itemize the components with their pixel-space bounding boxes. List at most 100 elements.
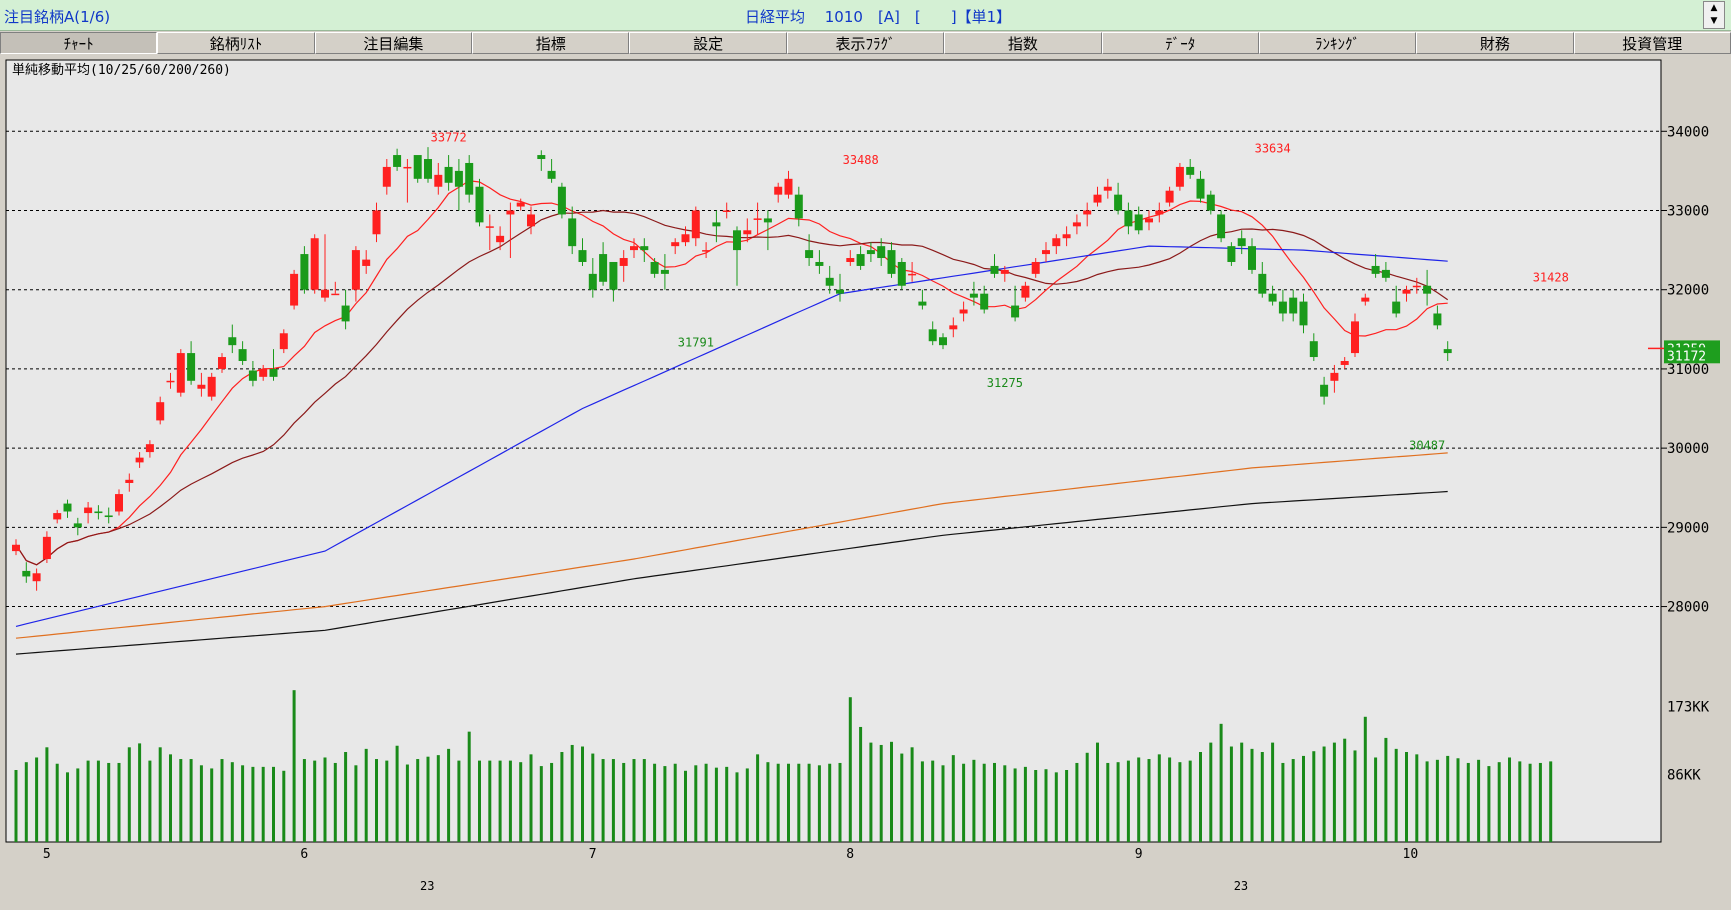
candle-body: [1031, 261, 1040, 274]
volume-bar: [1415, 754, 1419, 842]
candle-body: [413, 155, 422, 179]
volume-bar: [1425, 761, 1429, 842]
volume-bar: [1466, 762, 1470, 842]
tab-ranking[interactable]: ﾗﾝｷﾝｸﾞ: [1258, 32, 1417, 54]
x-month-label: 9: [1135, 847, 1143, 862]
volume-bar: [1137, 757, 1141, 842]
candle-body: [1206, 194, 1215, 211]
tab-index[interactable]: 指数: [944, 32, 1102, 54]
volume-bar: [539, 766, 543, 842]
volume-bar: [354, 765, 358, 842]
candle-body: [259, 368, 268, 377]
candle-body: [145, 444, 154, 453]
candle-body: [300, 254, 309, 290]
volume-bar: [14, 770, 18, 842]
x-month-label: 10: [1403, 847, 1419, 862]
page-spinner[interactable]: ▲ ▼: [1703, 1, 1725, 29]
volume-bar: [756, 754, 760, 842]
volume-bar: [529, 754, 533, 842]
volume-bar: [292, 690, 296, 842]
candle-body: [238, 349, 247, 361]
volume-bar: [1477, 759, 1481, 842]
tab-indicators[interactable]: 指標: [472, 32, 630, 54]
candle-body: [248, 370, 257, 381]
spinner-down-icon[interactable]: ▼: [1704, 15, 1724, 28]
candle-body: [887, 250, 896, 274]
tab-data[interactable]: ﾃﾞｰﾀ: [1101, 32, 1259, 54]
volume-bar: [745, 768, 749, 842]
volume-bar: [302, 759, 306, 842]
volume-bar: [1085, 752, 1089, 842]
volume-bar: [684, 770, 687, 842]
volume-bar: [45, 747, 49, 842]
volume-bar: [364, 748, 368, 842]
tab-chart[interactable]: ﾁｬｰﾄ: [0, 32, 158, 54]
volume-bar: [117, 762, 121, 842]
volume-bar: [632, 759, 636, 842]
candle-body: [722, 210, 731, 212]
tab-settings[interactable]: 設定: [629, 32, 787, 54]
volume-bar: [1219, 723, 1223, 842]
candle-body: [640, 246, 649, 251]
volume-bar: [395, 745, 399, 842]
candle-body: [290, 273, 299, 306]
candle-body: [918, 301, 927, 306]
volume-bar: [457, 760, 461, 842]
candle-body: [1021, 285, 1030, 298]
volume-bar: [498, 760, 502, 842]
volume-bar: [158, 747, 162, 842]
tab-display-flags[interactable]: 表示ﾌﾗｸﾞ: [786, 32, 945, 54]
spinner-up-icon[interactable]: ▲: [1704, 2, 1724, 15]
candle-body: [84, 507, 93, 514]
candle-body: [897, 261, 906, 286]
volume-bar: [1240, 742, 1244, 842]
volume-bar: [653, 763, 657, 842]
volume-bar: [1518, 761, 1522, 842]
candle-body: [1083, 210, 1092, 215]
tab-stock-list[interactable]: 銘柄ﾘｽﾄ: [157, 32, 315, 54]
candle-body: [774, 186, 783, 195]
candle-body: [444, 166, 453, 183]
volume-bar: [1497, 762, 1501, 842]
tab-financials[interactable]: 財務: [1416, 32, 1574, 54]
tab-watch-edit[interactable]: 注目編集: [314, 32, 473, 54]
candle-body: [1433, 313, 1442, 326]
chart-area[interactable]: 28000 29000 30000 31000 32000 33000 34000 173KK…: [0, 58, 1731, 906]
candle-body: [1443, 349, 1452, 354]
volume-bar: [570, 744, 574, 842]
candle-body: [1155, 210, 1164, 215]
tab-investment[interactable]: 投資管理: [1573, 32, 1731, 54]
candle-body: [228, 337, 237, 346]
volume-bar: [787, 763, 790, 842]
volume-bar: [313, 760, 317, 842]
volume-bar: [1405, 752, 1408, 842]
candle-body: [784, 178, 793, 195]
peak-label: 31428: [1533, 271, 1569, 285]
volume-bar: [848, 697, 852, 842]
candle-body: [506, 210, 515, 215]
candle-body: [125, 479, 134, 483]
volume-bar: [673, 763, 677, 842]
candle-body: [42, 536, 51, 560]
candle-body: [1330, 372, 1339, 381]
candle-body: [197, 384, 206, 389]
candle-body: [1392, 301, 1401, 314]
volume-bar: [807, 763, 811, 842]
volume-bar: [1199, 752, 1202, 842]
candle-body: [753, 218, 762, 220]
volume-bar: [333, 762, 337, 842]
volume-bar: [1054, 772, 1058, 842]
volume-bar: [199, 765, 203, 842]
candle-body: [836, 289, 844, 294]
volume-bar: [1446, 755, 1450, 842]
candle-body: [73, 523, 82, 528]
volume-bar: [776, 763, 780, 842]
volume-bar: [107, 762, 111, 842]
candle-body: [599, 254, 608, 282]
volume-bar: [1250, 748, 1254, 842]
candle-body: [825, 277, 834, 286]
volume-bar: [1363, 716, 1367, 842]
candlestick-chart[interactable]: 28000 29000 30000 31000 32000 33000 34000 173KK…: [0, 58, 1731, 906]
candle-body: [1371, 265, 1380, 274]
volume-bar: [931, 760, 935, 842]
